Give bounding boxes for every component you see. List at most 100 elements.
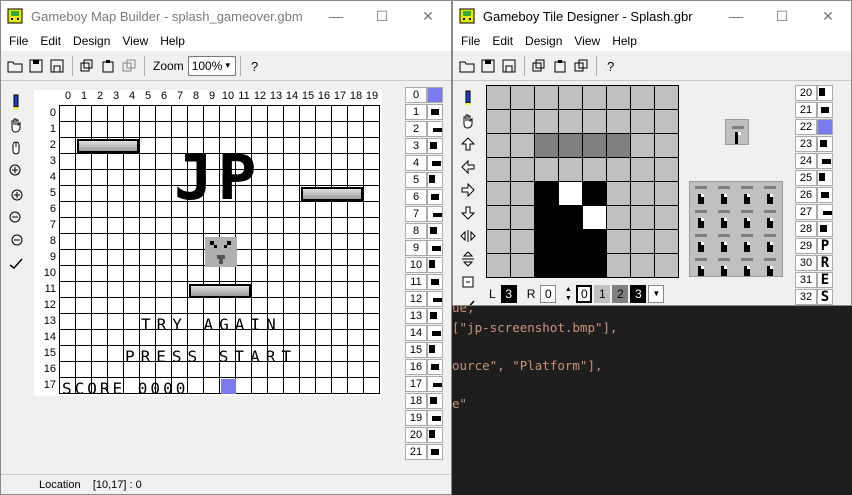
map-cell[interactable] bbox=[364, 122, 380, 138]
shift-down-icon[interactable] bbox=[457, 202, 479, 224]
palette-color-2[interactable]: 2 bbox=[612, 285, 629, 303]
map-cell[interactable] bbox=[332, 362, 348, 378]
shift-right-icon[interactable] bbox=[457, 179, 479, 201]
checkmark-icon[interactable] bbox=[457, 294, 479, 305]
map-cell[interactable] bbox=[76, 218, 92, 234]
menu-view[interactable]: View bbox=[568, 34, 606, 48]
map-cell[interactable] bbox=[108, 282, 124, 298]
menu-file[interactable]: File bbox=[3, 34, 34, 48]
map-cell[interactable] bbox=[364, 218, 380, 234]
map-cell[interactable] bbox=[76, 106, 92, 122]
pixel-cell[interactable] bbox=[511, 182, 534, 205]
pixel-cell[interactable] bbox=[655, 206, 678, 229]
map-cell[interactable] bbox=[316, 314, 332, 330]
map-cell[interactable] bbox=[220, 106, 236, 122]
map-cell[interactable] bbox=[188, 298, 204, 314]
tile-list-item[interactable]: 12 bbox=[405, 291, 443, 307]
palette-dropdown[interactable]: ▼ bbox=[648, 285, 665, 303]
map-cell[interactable] bbox=[348, 202, 364, 218]
pixel-cell[interactable] bbox=[631, 182, 654, 205]
tile-list-item[interactable]: 26 bbox=[795, 187, 833, 203]
maximize-button[interactable]: ☐ bbox=[759, 1, 805, 31]
map-cell[interactable] bbox=[92, 298, 108, 314]
map-cell[interactable] bbox=[124, 330, 140, 346]
map-cell[interactable] bbox=[92, 266, 108, 282]
map-cell[interactable] bbox=[204, 122, 220, 138]
map-cell[interactable] bbox=[124, 202, 140, 218]
pixel-cell[interactable] bbox=[535, 110, 558, 133]
map-cell[interactable] bbox=[284, 330, 300, 346]
map-cell[interactable] bbox=[300, 378, 316, 394]
map-cell[interactable] bbox=[156, 298, 172, 314]
map-cell[interactable] bbox=[188, 234, 204, 250]
map-cell[interactable] bbox=[332, 266, 348, 282]
map-cell[interactable] bbox=[300, 346, 316, 362]
menu-help[interactable]: Help bbox=[606, 34, 643, 48]
map-cell[interactable] bbox=[76, 266, 92, 282]
map-cell[interactable] bbox=[76, 250, 92, 266]
map-cell[interactable] bbox=[108, 346, 124, 362]
map-cell[interactable] bbox=[364, 314, 380, 330]
tile-list-item[interactable]: 0 bbox=[405, 87, 443, 103]
map-cell[interactable] bbox=[284, 250, 300, 266]
map-cell[interactable] bbox=[108, 122, 124, 138]
map-cell[interactable] bbox=[220, 298, 236, 314]
map-cell[interactable] bbox=[92, 282, 108, 298]
pixel-cell[interactable] bbox=[655, 230, 678, 253]
tile-list-item[interactable]: 6 bbox=[405, 189, 443, 205]
map-cell[interactable] bbox=[252, 106, 268, 122]
duplicate-icon[interactable] bbox=[119, 56, 139, 76]
map-cell[interactable] bbox=[60, 282, 76, 298]
map-cell[interactable] bbox=[156, 282, 172, 298]
map-cell[interactable] bbox=[108, 170, 124, 186]
pixel-cell[interactable] bbox=[535, 254, 558, 277]
map-cell[interactable] bbox=[348, 362, 364, 378]
tile-list-item[interactable]: 20 bbox=[405, 427, 443, 443]
map-cell[interactable] bbox=[76, 234, 92, 250]
map-cell[interactable] bbox=[284, 202, 300, 218]
map-cell[interactable] bbox=[284, 106, 300, 122]
map-cell[interactable] bbox=[284, 298, 300, 314]
pixel-cell[interactable] bbox=[559, 158, 582, 181]
checkmark-icon[interactable] bbox=[5, 252, 27, 274]
tile-list-item[interactable]: 1 bbox=[405, 104, 443, 120]
map-cell[interactable] bbox=[332, 154, 348, 170]
map-cell[interactable] bbox=[316, 250, 332, 266]
map-cell[interactable] bbox=[140, 202, 156, 218]
map-cell[interactable] bbox=[284, 282, 300, 298]
save-icon[interactable] bbox=[26, 56, 46, 76]
map-cell[interactable] bbox=[348, 106, 364, 122]
map-cell[interactable] bbox=[364, 346, 380, 362]
copy-icon[interactable] bbox=[77, 56, 97, 76]
map-cell[interactable] bbox=[172, 250, 188, 266]
map-cell[interactable] bbox=[140, 106, 156, 122]
tile-list-item[interactable]: 24 bbox=[795, 153, 833, 169]
tile-list-item[interactable]: 28 bbox=[795, 221, 833, 237]
map-cell[interactable] bbox=[300, 250, 316, 266]
map-cell[interactable] bbox=[332, 122, 348, 138]
tile-list-item[interactable]: 16 bbox=[405, 359, 443, 375]
map-cell[interactable] bbox=[60, 250, 76, 266]
map-cell[interactable] bbox=[364, 298, 380, 314]
map-cell[interactable] bbox=[300, 154, 316, 170]
hand-tool-icon[interactable] bbox=[5, 114, 27, 136]
map-cell[interactable] bbox=[316, 202, 332, 218]
tile-list-item[interactable]: 3 bbox=[405, 138, 443, 154]
pixel-cell[interactable] bbox=[511, 110, 534, 133]
tile-list-item[interactable]: 5 bbox=[405, 172, 443, 188]
map-cell[interactable] bbox=[60, 154, 76, 170]
pixel-cell[interactable] bbox=[631, 110, 654, 133]
save-as-icon[interactable] bbox=[499, 56, 519, 76]
map-cell[interactable] bbox=[364, 250, 380, 266]
map-cell[interactable] bbox=[156, 218, 172, 234]
map-cell[interactable] bbox=[252, 250, 268, 266]
help-icon[interactable]: ? bbox=[601, 56, 621, 76]
paste-icon[interactable] bbox=[550, 56, 570, 76]
pixel-cell[interactable] bbox=[607, 86, 630, 109]
map-cell[interactable] bbox=[316, 346, 332, 362]
map-cell[interactable] bbox=[92, 122, 108, 138]
map-cell[interactable] bbox=[156, 170, 172, 186]
map-cell[interactable] bbox=[316, 234, 332, 250]
map-cell[interactable] bbox=[300, 362, 316, 378]
pixel-cell[interactable] bbox=[511, 86, 534, 109]
